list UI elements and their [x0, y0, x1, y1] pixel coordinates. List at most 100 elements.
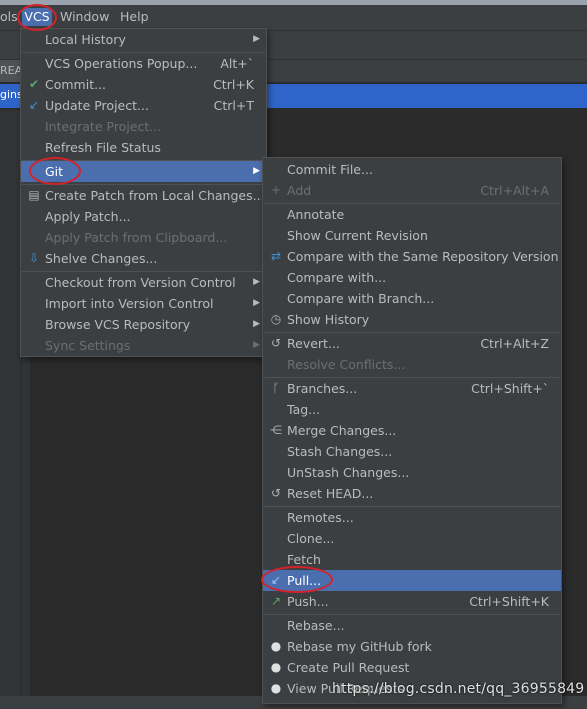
menu-help[interactable]: Help — [120, 8, 149, 26]
menu-item-label: Clone... — [287, 531, 335, 546]
menu-item-vcs-operations-popup[interactable]: VCS Operations Popup... Alt+` — [21, 53, 266, 74]
menu-tools[interactable]: ols — [0, 8, 18, 26]
menu-item-apply-patch-clipboard: Apply Patch from Clipboard... — [21, 227, 266, 248]
menu-item-label: Stash Changes... — [287, 444, 393, 459]
menu-item-clone[interactable]: Clone... — [263, 528, 561, 549]
menu-item-label: Create Patch from Local Changes... — [45, 188, 265, 203]
annotation-circle-git — [29, 157, 81, 185]
menu-item-shortcut: Ctrl+Alt+A — [480, 183, 549, 198]
annotation-circle-vcs — [17, 4, 57, 31]
menu-item-commit-file[interactable]: Commit File... — [263, 159, 561, 180]
menu-item-reset-head[interactable]: ↺ Reset HEAD... — [263, 483, 561, 504]
menu-item-create-pull-request[interactable]: ● Create Pull Request — [263, 657, 561, 678]
menu-item-label: Tag... — [287, 402, 321, 417]
menu-item-push[interactable]: ↗ Push... Ctrl+Shift+K — [263, 591, 561, 612]
menu-item-merge-changes[interactable]: ⋲ Merge Changes... — [263, 420, 561, 441]
menu-item-browse-vcs[interactable]: Browse VCS Repository ▶ — [21, 314, 266, 335]
menu-item-label: Compare with Branch... — [287, 291, 435, 306]
menu-item-label: Import into Version Control — [45, 296, 214, 311]
menu-item-update-project[interactable]: ↙ Update Project... Ctrl+T — [21, 95, 266, 116]
menu-item-label: Branches... — [287, 381, 358, 396]
menu-item-label: Integrate Project... — [45, 119, 162, 134]
menu-item-checkout[interactable]: Checkout from Version Control ▶ — [21, 272, 266, 293]
compare-arrows-icon: ⇄ — [270, 249, 282, 263]
github-icon: ● — [270, 681, 282, 695]
menu-item-rebase[interactable]: Rebase... — [263, 615, 561, 636]
menu-item-stash-changes[interactable]: Stash Changes... — [263, 441, 561, 462]
submenu-arrow-icon: ▶ — [253, 166, 260, 176]
menu-item-label: Rebase... — [287, 618, 345, 633]
menu-item-label: Show Current Revision — [287, 228, 428, 243]
menu-item-label: Add — [287, 183, 312, 198]
menu-item-label: Browse VCS Repository — [45, 317, 191, 332]
window-top-strip — [0, 0, 587, 5]
shelve-icon: ⇩ — [28, 251, 40, 265]
editor-tab[interactable]: REA — [0, 60, 22, 82]
menu-item-label: Update Project... — [45, 98, 149, 113]
menu-item-label: Apply Patch from Clipboard... — [45, 230, 228, 245]
commit-check-icon: ✔ — [28, 77, 40, 91]
clock-icon: ◷ — [270, 312, 282, 326]
menu-item-label: Revert... — [287, 336, 340, 351]
submenu-arrow-icon: ▶ — [253, 277, 260, 287]
menu-item-apply-patch[interactable]: Apply Patch... — [21, 206, 266, 227]
menu-item-label: Compare with... — [287, 270, 387, 285]
menu-item-integrate-project: Integrate Project... — [21, 116, 266, 137]
left-tool-sidebar — [0, 110, 22, 709]
menu-item-label: Merge Changes... — [287, 423, 397, 438]
menu-window[interactable]: Window — [60, 8, 109, 26]
merge-icon: ⋲ — [270, 423, 282, 437]
menu-item-branches[interactable]: ᚴ Branches... Ctrl+Shift+` — [263, 378, 561, 399]
menu-item-rebase-github-fork[interactable]: ● Rebase my GitHub fork — [263, 636, 561, 657]
menu-item-commit[interactable]: ✔ Commit... Ctrl+K — [21, 74, 266, 95]
menu-item-shortcut: Ctrl+Alt+Z — [480, 336, 549, 351]
menu-item-local-history[interactable]: Local History ▶ — [21, 29, 266, 50]
github-icon: ● — [270, 660, 282, 674]
menu-item-label: Compare with the Same Repository Version — [287, 249, 559, 264]
git-submenu: Commit File... + Add Ctrl+Alt+A Annotate… — [262, 157, 562, 704]
menu-item-label: Commit File... — [287, 162, 373, 177]
menu-item-sync-settings: Sync Settings ▶ — [21, 335, 266, 356]
menu-item-compare-with[interactable]: Compare with... — [263, 267, 561, 288]
menu-item-shortcut: Ctrl+K — [213, 77, 254, 92]
menu-item-label: Annotate — [287, 207, 345, 222]
menu-item-label: Push... — [287, 594, 329, 609]
menu-item-label: Create Pull Request — [287, 660, 410, 675]
menu-item-label: Reset HEAD... — [287, 486, 374, 501]
menu-item-add: + Add Ctrl+Alt+A — [263, 180, 561, 201]
menu-item-label: Sync Settings — [45, 338, 131, 353]
menu-item-shelve-changes[interactable]: ⇩ Shelve Changes... — [21, 248, 266, 269]
menu-item-compare-same-repo[interactable]: ⇄ Compare with the Same Repository Versi… — [263, 246, 561, 267]
revert-icon: ↺ — [270, 336, 282, 350]
menu-item-remotes[interactable]: Remotes... — [263, 507, 561, 528]
menu-item-tag[interactable]: Tag... — [263, 399, 561, 420]
menu-item-annotate[interactable]: Annotate — [263, 204, 561, 225]
menu-item-label: Local History — [45, 32, 126, 47]
patch-icon: ▤ — [28, 188, 40, 202]
menu-item-shortcut: Ctrl+Shift+K — [469, 594, 549, 609]
plus-icon: + — [270, 183, 282, 197]
menu-item-import[interactable]: Import into Version Control ▶ — [21, 293, 266, 314]
menu-item-label: Shelve Changes... — [45, 251, 158, 266]
menu-item-label: Commit... — [45, 77, 107, 92]
menu-item-label: Resolve Conflicts... — [287, 357, 406, 372]
menu-item-shortcut: Alt+` — [220, 56, 254, 71]
menu-item-label: Checkout from Version Control — [45, 275, 236, 290]
menu-item-show-history[interactable]: ◷ Show History — [263, 309, 561, 330]
submenu-arrow-icon: ▶ — [253, 34, 260, 44]
menu-item-shortcut: Ctrl+Shift+` — [471, 381, 549, 396]
menu-item-compare-with-branch[interactable]: Compare with Branch... — [263, 288, 561, 309]
menu-item-create-patch[interactable]: ▤ Create Patch from Local Changes... — [21, 185, 266, 206]
menu-item-unstash-changes[interactable]: UnStash Changes... — [263, 462, 561, 483]
watermark-text: https://blog.csdn.net/qq_36955849 — [332, 681, 585, 697]
menu-item-label: Remotes... — [287, 510, 354, 525]
menu-item-label: UnStash Changes... — [287, 465, 410, 480]
menu-item-show-current-revision[interactable]: Show Current Revision — [263, 225, 561, 246]
update-arrow-icon: ↙ — [28, 98, 40, 112]
menu-item-refresh-file-status[interactable]: Refresh File Status — [21, 137, 266, 158]
github-icon: ● — [270, 639, 282, 653]
submenu-arrow-icon: ▶ — [253, 319, 260, 329]
menu-item-resolve-conflicts: Resolve Conflicts... — [263, 354, 561, 375]
menu-item-revert[interactable]: ↺ Revert... Ctrl+Alt+Z — [263, 333, 561, 354]
annotation-circle-pull — [261, 566, 333, 593]
